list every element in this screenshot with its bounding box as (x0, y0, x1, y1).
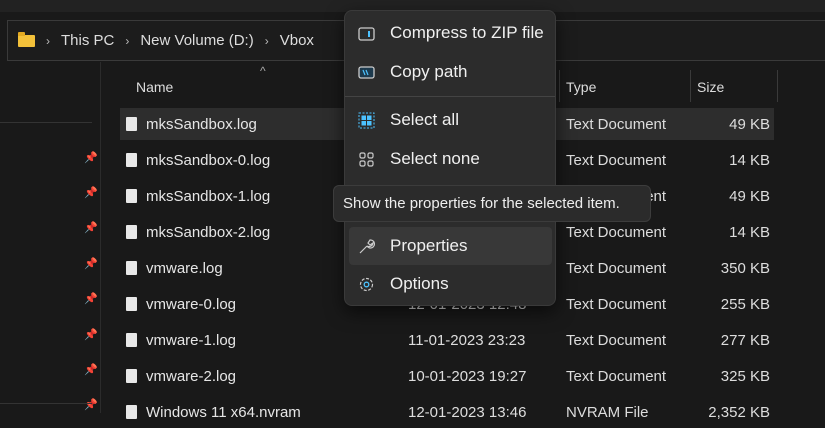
file-row[interactable]: vmware-1.log 11-01-2023 23:23 Text Docum… (120, 324, 774, 356)
file-date: 10-01-2023 19:27 (408, 367, 527, 385)
column-divider[interactable] (559, 70, 560, 102)
pin-icon[interactable]: 📌 (84, 328, 98, 341)
column-header-size[interactable]: Size (697, 70, 724, 104)
file-size: 49 KB (729, 187, 770, 205)
menu-item-compress-zip[interactable]: Compress to ZIP file (349, 15, 552, 51)
wrench-icon (357, 237, 375, 255)
gear-icon (357, 275, 375, 293)
text-file-icon (126, 117, 137, 131)
file-type: Text Document (566, 295, 667, 313)
column-header-name[interactable]: Name (136, 70, 173, 104)
text-file-icon (126, 261, 137, 275)
file-name: vmware-2.log (146, 367, 237, 385)
file-type: NVRAM File (566, 403, 649, 421)
pin-icon[interactable]: 📌 (84, 363, 98, 376)
tooltip: Show the properties for the selected ite… (333, 185, 651, 222)
menu-item-label: Select all (390, 110, 459, 129)
file-date: 11-01-2023 23:23 (408, 331, 526, 349)
menu-item-label: Options (390, 274, 449, 293)
file-date: 12-01-2023 13:46 (408, 403, 527, 421)
column-divider[interactable] (690, 70, 691, 102)
file-name: mksSandbox.log (146, 115, 257, 133)
file-row[interactable]: Windows 11 x64.nvram 12-01-2023 13:46 NV… (120, 396, 774, 428)
file-size: 277 KB (720, 331, 770, 349)
pin-icon[interactable]: 📌 (84, 221, 98, 234)
chevron-right-icon: › (125, 33, 130, 48)
breadcrumb-this-pc[interactable]: This PC (61, 32, 114, 49)
divider (0, 122, 92, 123)
context-menu: Compress to ZIP file Copy path Select al… (344, 10, 556, 306)
pin-icon[interactable]: 📌 (84, 151, 98, 164)
pin-icon[interactable]: 📌 (84, 398, 98, 411)
file-type: Text Document (566, 331, 667, 349)
file-type: Text Document (566, 259, 667, 277)
folder-icon (18, 31, 35, 47)
file-size: 49 KB (729, 115, 770, 133)
chevron-right-icon: › (46, 33, 50, 48)
menu-item-label: Select none (390, 149, 480, 168)
file-name: vmware-1.log (146, 331, 237, 349)
file-name: mksSandbox-1.log (146, 187, 271, 205)
menu-item-properties[interactable]: Properties (349, 227, 552, 265)
pin-icon[interactable]: 📌 (84, 186, 98, 199)
copy-path-icon (357, 63, 375, 81)
file-name: Windows 11 x64.nvram (146, 403, 301, 421)
pin-icon[interactable]: 📌 (84, 292, 98, 305)
text-file-icon (126, 405, 137, 419)
file-name: mksSandbox-2.log (146, 223, 271, 241)
zip-folder-icon (357, 24, 375, 42)
file-row[interactable]: vmware-2.log 10-01-2023 19:27 Text Docum… (120, 360, 774, 392)
file-size: 14 KB (729, 223, 770, 241)
navigation-pane: 📌 📌 📌 📌 📌 📌 📌 📌 (0, 62, 101, 413)
text-file-icon (126, 297, 137, 311)
menu-item-copy-path[interactable]: Copy path (349, 54, 552, 90)
sort-ascending-icon: ^ (260, 64, 266, 78)
text-file-icon (126, 333, 137, 347)
text-file-icon (126, 225, 137, 239)
menu-item-label: Copy path (390, 62, 468, 81)
file-name: vmware.log (146, 259, 223, 277)
file-size: 255 KB (720, 295, 770, 313)
breadcrumb-new-volume[interactable]: New Volume (D:) (140, 32, 253, 49)
file-name: vmware-0.log (146, 295, 237, 313)
file-size: 325 KB (720, 367, 770, 385)
menu-item-select-none[interactable]: Select none (349, 141, 552, 177)
file-name: mksSandbox-0.log (146, 151, 271, 169)
pin-icon[interactable]: 📌 (84, 257, 98, 270)
menu-item-label: Properties (390, 236, 468, 255)
column-divider[interactable] (777, 70, 778, 102)
breadcrumb-vbox[interactable]: Vbox (280, 32, 314, 49)
file-size: 350 KB (720, 259, 770, 277)
file-size: 2,352 KB (708, 403, 770, 421)
menu-item-options[interactable]: Options (349, 266, 552, 302)
select-none-icon (357, 150, 375, 168)
file-type: Text Document (566, 367, 667, 385)
text-file-icon (126, 369, 137, 383)
chevron-right-icon: › (264, 33, 269, 48)
text-file-icon (126, 189, 137, 203)
menu-item-select-all[interactable]: Select all (349, 102, 552, 138)
divider (0, 403, 92, 404)
menu-separator (345, 96, 555, 97)
menu-item-label: Compress to ZIP file (390, 23, 544, 42)
file-type: Text Document (566, 223, 667, 241)
file-type: Text Document (566, 151, 667, 169)
file-type: Text Document (566, 115, 667, 133)
text-file-icon (126, 153, 137, 167)
file-size: 14 KB (729, 151, 770, 169)
select-all-icon (357, 111, 375, 129)
column-header-type[interactable]: Type (566, 70, 596, 104)
